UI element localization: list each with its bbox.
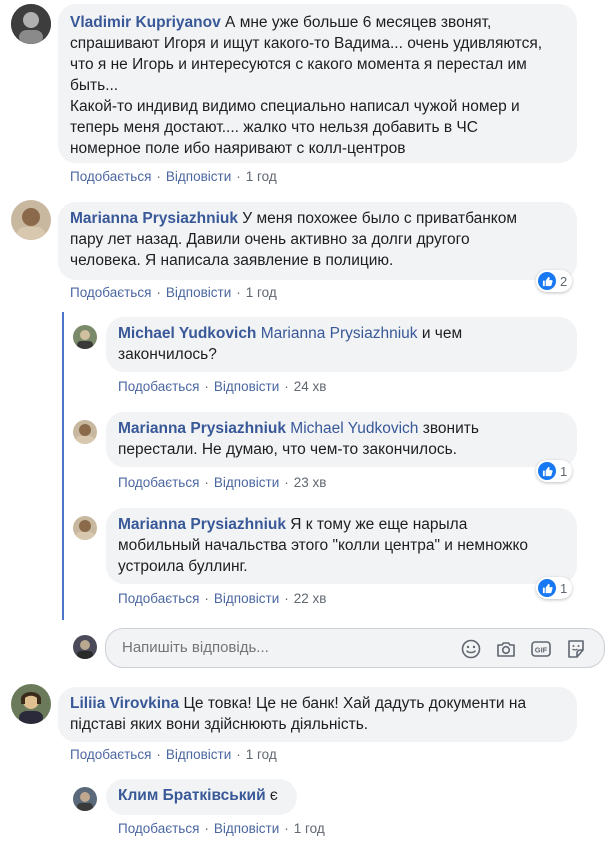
comment-author[interactable]: Marianna Prysiazhniuk bbox=[118, 420, 286, 437]
avatar[interactable] bbox=[73, 420, 97, 444]
comment-text-line: перестали. Не думаю, что чем-то закончил… bbox=[118, 441, 457, 458]
reply-link[interactable]: Відповісти bbox=[214, 379, 279, 394]
comment-text-line: теперь меня достают.... жалко что нельзя… bbox=[70, 119, 478, 136]
mention-link[interactable]: Michael Yudkovich bbox=[290, 420, 418, 437]
comment-author[interactable]: Liliia Virovkina bbox=[70, 695, 179, 712]
reaction-count[interactable]: 1 bbox=[536, 577, 573, 599]
comment-time[interactable]: 1 год bbox=[246, 169, 277, 184]
like-link[interactable]: Подобається bbox=[118, 591, 199, 606]
comment-text-line: підставі яких вони здійснюють діяльність… bbox=[70, 716, 369, 733]
avatar[interactable] bbox=[73, 787, 97, 811]
comment-text-line: Я к тому же еще нарыла bbox=[290, 516, 468, 533]
avatar[interactable] bbox=[73, 325, 97, 349]
gif-icon[interactable]: GIF bbox=[530, 638, 552, 660]
comment-actions: Подобається · Відповісти · 1 год bbox=[70, 169, 277, 184]
comment-actions: Подобається · Відповісти · 23 хв bbox=[118, 475, 327, 490]
comment-text-line: и чем bbox=[421, 325, 463, 342]
reaction-number: 1 bbox=[560, 463, 568, 479]
comment-text-line: є bbox=[269, 787, 278, 804]
comment-time[interactable]: 1 год bbox=[294, 821, 325, 836]
comment-text-line: спрашивают Игоря и ищут какого-то Вадима… bbox=[70, 35, 543, 52]
reply-link[interactable]: Відповісти bbox=[166, 169, 231, 184]
reply-thread-line bbox=[62, 312, 64, 620]
comment-text-line: звонить bbox=[422, 420, 479, 437]
comment-text-line: Какой-то индивид видимо специально напис… bbox=[70, 98, 520, 115]
comment-author[interactable]: Vladimir Kupriyanov bbox=[70, 14, 221, 31]
reply-link[interactable]: Відповісти bbox=[214, 591, 279, 606]
avatar[interactable] bbox=[11, 4, 51, 44]
comment-text-line: быть... bbox=[70, 77, 119, 94]
like-reaction-icon bbox=[538, 272, 556, 290]
sticker-icon[interactable] bbox=[565, 638, 587, 660]
comment-actions: Подобається · Відповісти · 1 год bbox=[70, 285, 277, 300]
comment-bubble: Marianna Prysiazhniuk У меня похожее был… bbox=[58, 202, 577, 280]
reaction-number: 2 bbox=[560, 273, 568, 289]
like-reaction-icon bbox=[538, 462, 556, 480]
comment-time[interactable]: 1 год bbox=[246, 747, 277, 762]
comment-time[interactable]: 22 хв bbox=[294, 591, 327, 606]
comment-author[interactable]: Marianna Prysiazhniuk bbox=[70, 210, 238, 227]
comment-text-line: пару лет назад. Давили очень активно за … bbox=[70, 231, 470, 248]
comment-text-line: мобильный начальства этого "колли центра… bbox=[118, 537, 529, 554]
comment-time[interactable]: 23 хв bbox=[294, 475, 327, 490]
comment-text-line: У меня похожее было с приватбанком bbox=[242, 210, 518, 227]
like-link[interactable]: Подобається bbox=[70, 169, 151, 184]
reply-link[interactable]: Відповісти bbox=[214, 821, 279, 836]
comment-bubble: Marianna Prysiazhniuk Я к тому же еще на… bbox=[106, 508, 577, 584]
comment-text-line: устроила буллинг. bbox=[118, 558, 248, 575]
like-link[interactable]: Подобається bbox=[118, 475, 199, 490]
comment-text-line: человека. Я написала заявление в полицию… bbox=[70, 252, 394, 269]
reply-link[interactable]: Відповісти bbox=[166, 747, 231, 762]
comment-actions: Подобається · Відповісти · 24 хв bbox=[118, 379, 327, 394]
reaction-number: 1 bbox=[560, 580, 568, 596]
like-link[interactable]: Подобається bbox=[118, 379, 199, 394]
like-link[interactable]: Подобається bbox=[70, 285, 151, 300]
reply-link[interactable]: Відповісти bbox=[166, 285, 231, 300]
comment-time[interactable]: 24 хв bbox=[294, 379, 327, 394]
like-link[interactable]: Подобається bbox=[118, 821, 199, 836]
comment-bubble: Marianna Prysiazhniuk Michael Yudkovich … bbox=[106, 412, 577, 467]
comment-time[interactable]: 1 год bbox=[246, 285, 277, 300]
camera-icon[interactable] bbox=[495, 638, 517, 660]
comment-text-line: закончилось? bbox=[118, 346, 217, 363]
comment-actions: Подобається · Відповісти · 1 год bbox=[70, 747, 277, 762]
comment-actions: Подобається · Відповісти · 22 хв bbox=[118, 591, 327, 606]
comment-text-line: А мне уже больше 6 месяцев звонят, bbox=[225, 14, 492, 31]
gif-label: GIF bbox=[535, 646, 548, 655]
comment-text-line: что я не Игорь и интересуются с какого м… bbox=[70, 56, 527, 73]
reply-box[interactable]: GIF bbox=[105, 628, 605, 668]
current-user-avatar bbox=[73, 635, 97, 659]
comment-actions: Подобається · Відповісти · 1 год bbox=[118, 821, 325, 836]
avatar[interactable] bbox=[11, 200, 51, 240]
comment-bubble: Vladimir Kupriyanov А мне уже больше 6 м… bbox=[58, 4, 577, 163]
comment-text-line: Це товка! Це не банк! Хай дадуть докумен… bbox=[183, 695, 527, 712]
reply-input[interactable] bbox=[120, 638, 424, 657]
comment-author[interactable]: Michael Yudkovich bbox=[118, 325, 256, 342]
reaction-count[interactable]: 2 bbox=[536, 270, 573, 292]
avatar[interactable] bbox=[73, 516, 97, 540]
comment-author[interactable]: Marianna Prysiazhniuk bbox=[118, 516, 286, 533]
comment-bubble: Michael Yudkovich Marianna Prysiazhniuk … bbox=[106, 317, 577, 372]
reaction-count[interactable]: 1 bbox=[536, 460, 573, 482]
like-link[interactable]: Подобається bbox=[70, 747, 151, 762]
smiley-icon[interactable] bbox=[460, 638, 482, 660]
comment-text-line: номерное поле ибо наяривают с колл-центр… bbox=[70, 140, 406, 157]
avatar[interactable] bbox=[11, 684, 51, 724]
like-reaction-icon bbox=[538, 579, 556, 597]
comment-author[interactable]: Клим Братківський bbox=[118, 787, 266, 804]
comment-bubble: Клим Братківський є bbox=[106, 779, 297, 815]
mention-link[interactable]: Marianna Prysiazhniuk bbox=[261, 325, 418, 342]
reply-link[interactable]: Відповісти bbox=[214, 475, 279, 490]
comment-bubble: Liliia Virovkina Це товка! Це не банк! Х… bbox=[58, 687, 577, 742]
